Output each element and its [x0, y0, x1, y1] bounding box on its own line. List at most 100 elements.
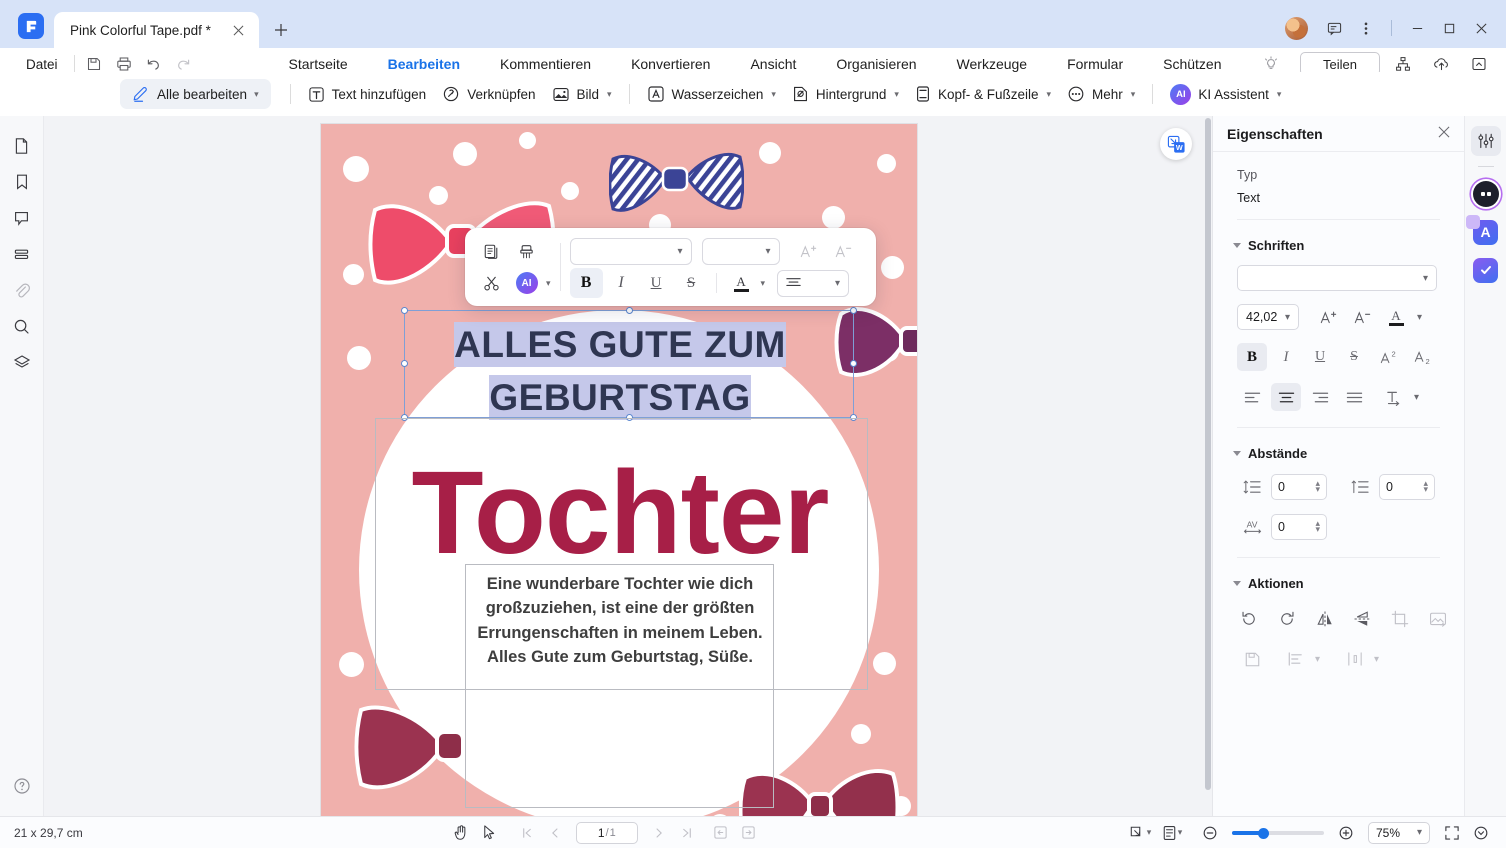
font-family-select[interactable]: ▾ — [569, 237, 692, 265]
minimize-icon[interactable] — [1402, 14, 1432, 42]
selection-handle[interactable] — [401, 360, 408, 367]
document-viewport[interactable]: ALLES GUTE ZUM GEBURTSTAG Tochter Eine w… — [44, 116, 1212, 816]
align-justify-icon[interactable] — [1339, 383, 1369, 411]
floating-format-toolbar[interactable]: AI ▾ ▾ ▾ B I U S A ▾ ▾ — [465, 228, 876, 306]
strikethrough-icon[interactable]: S — [1339, 343, 1369, 371]
cursor-icon[interactable] — [476, 821, 502, 845]
font-size-select[interactable]: 42,02 ▾ — [1237, 304, 1299, 330]
zoom-out-icon[interactable] — [1197, 821, 1223, 845]
text-frame-body[interactable] — [465, 564, 774, 808]
rotate-left-icon[interactable] — [1237, 605, 1261, 633]
copy-icon[interactable] — [475, 236, 508, 266]
superscript-icon[interactable]: 2 — [1373, 343, 1403, 371]
bookmark-icon[interactable] — [5, 164, 39, 200]
character-spacing-input[interactable]: 0 ▴ ▾ — [1271, 514, 1327, 540]
fonts-group-header[interactable]: Schriften — [1233, 238, 1450, 253]
maximize-icon[interactable] — [1434, 14, 1464, 42]
chevron-down-icon[interactable]: ▾ — [761, 278, 766, 289]
zoom-in-icon[interactable] — [1333, 821, 1359, 845]
font-size-select[interactable]: ▾ — [701, 237, 780, 265]
underline-icon[interactable]: U — [1305, 343, 1335, 371]
italic-icon[interactable]: I — [1271, 343, 1301, 371]
format-painter-icon[interactable] — [510, 236, 543, 266]
selection-handle[interactable] — [401, 307, 408, 314]
close-tab-icon[interactable] — [227, 19, 249, 41]
translate-icon[interactable]: A — [1466, 214, 1501, 247]
lightbulb-icon[interactable] — [1263, 55, 1279, 73]
strikethrough-icon[interactable]: S — [675, 268, 708, 298]
align-select[interactable]: ▾ — [777, 269, 850, 297]
page-heading[interactable]: ALLES GUTE ZUM GEBURTSTAG — [405, 319, 835, 424]
bold-icon[interactable]: B — [1237, 343, 1267, 371]
more-vertical-icon[interactable] — [1351, 14, 1381, 42]
page-thumbnails-icon[interactable] — [5, 128, 39, 164]
cut-icon[interactable] — [475, 268, 508, 298]
actions-group-header[interactable]: Aktionen — [1233, 576, 1450, 591]
new-tab-icon[interactable] — [267, 16, 295, 44]
zoom-level-select[interactable]: 75% ▾ — [1367, 821, 1430, 844]
ai-icon[interactable]: AI — [510, 268, 543, 298]
list-icon[interactable] — [5, 236, 39, 272]
bold-icon[interactable]: B — [569, 268, 603, 298]
chevron-down-icon[interactable]: ▾ — [1417, 312, 1422, 323]
ribbon-ai-assistant[interactable]: AI KI Assistent ▾ — [1162, 79, 1289, 109]
stepper-arrows[interactable]: ▴ ▾ — [1315, 519, 1320, 533]
comment-icon[interactable] — [5, 200, 39, 236]
page-number-input[interactable]: 1 / 1 — [575, 821, 638, 844]
underline-icon[interactable]: U — [640, 268, 673, 298]
selection-handle[interactable] — [850, 360, 857, 367]
font-family-select[interactable]: ▾ — [1237, 265, 1437, 291]
scroll-mode-icon[interactable]: ▾ — [1127, 821, 1153, 845]
ribbon-image[interactable]: Bild ▾ — [544, 79, 620, 109]
view-options-icon[interactable] — [1468, 821, 1494, 845]
attachment-icon[interactable] — [5, 272, 39, 308]
paragraph-spacing-input[interactable]: 0 ▴ ▾ — [1379, 474, 1435, 500]
line-spacing-input[interactable]: 0 ▴ ▾ — [1271, 474, 1327, 500]
feedback-icon[interactable] — [1319, 14, 1349, 42]
checklist-icon[interactable] — [1471, 255, 1501, 285]
text-direction-icon[interactable] — [1379, 383, 1409, 411]
ribbon-background[interactable]: Hintergrund ▾ — [784, 79, 907, 109]
ribbon-add-text[interactable]: Text hinzufügen — [300, 79, 435, 109]
vertical-scrollbar[interactable] — [1204, 116, 1212, 816]
selection-handle[interactable] — [626, 307, 633, 314]
decrease-font-icon[interactable] — [827, 236, 860, 266]
close-icon[interactable] — [1438, 125, 1450, 142]
flip-horizontal-icon[interactable] — [1313, 605, 1337, 633]
align-center-icon[interactable] — [1271, 383, 1301, 411]
stepper-arrows[interactable]: ▴ ▾ — [1423, 479, 1428, 493]
ribbon-watermark[interactable]: Wasserzeichen ▾ — [639, 79, 784, 109]
convert-to-word-button[interactable]: W — [1160, 128, 1192, 160]
align-right-icon[interactable] — [1305, 383, 1335, 411]
properties-panel-icon[interactable] — [1470, 126, 1501, 156]
increase-font-icon[interactable] — [1313, 303, 1343, 331]
spacing-group-header[interactable]: Abstände — [1233, 446, 1450, 461]
avatar[interactable] — [1285, 16, 1308, 40]
font-color-icon[interactable]: A — [1381, 303, 1411, 331]
search-icon[interactable] — [5, 308, 39, 344]
ribbon-header-footer[interactable]: Kopf- & Fußzeile ▾ — [907, 79, 1059, 109]
zoom-slider[interactable] — [1231, 825, 1324, 841]
subscript-icon[interactable]: 2 — [1407, 343, 1437, 371]
slider-knob[interactable] — [1257, 827, 1269, 839]
ai-robot-icon[interactable] — [1471, 179, 1501, 209]
help-icon[interactable] — [5, 768, 39, 804]
menu-datei[interactable]: Datei — [14, 57, 70, 72]
layers-icon[interactable] — [5, 344, 39, 380]
ribbon-more[interactable]: Mehr ▾ — [1059, 79, 1143, 109]
ribbon-link[interactable]: Verknüpfen — [434, 79, 543, 109]
italic-icon[interactable]: I — [605, 268, 638, 298]
selection-handle[interactable] — [850, 307, 857, 314]
align-left-icon[interactable] — [1237, 383, 1267, 411]
fit-page-icon[interactable] — [1439, 821, 1465, 845]
close-icon[interactable] — [1466, 14, 1496, 42]
page-layout-icon[interactable]: ▾ — [1156, 821, 1188, 845]
increase-font-icon[interactable] — [792, 236, 825, 266]
edit-all-button[interactable]: Alle bearbeiten ▾ — [120, 79, 271, 109]
hand-icon[interactable] — [448, 821, 474, 845]
decrease-font-icon[interactable] — [1347, 303, 1377, 331]
flip-vertical-icon[interactable] — [1350, 605, 1374, 633]
stepper-arrows[interactable]: ▴ ▾ — [1315, 479, 1320, 493]
chevron-down-icon[interactable]: ▾ — [1414, 392, 1419, 403]
rotate-right-icon[interactable] — [1275, 605, 1299, 633]
